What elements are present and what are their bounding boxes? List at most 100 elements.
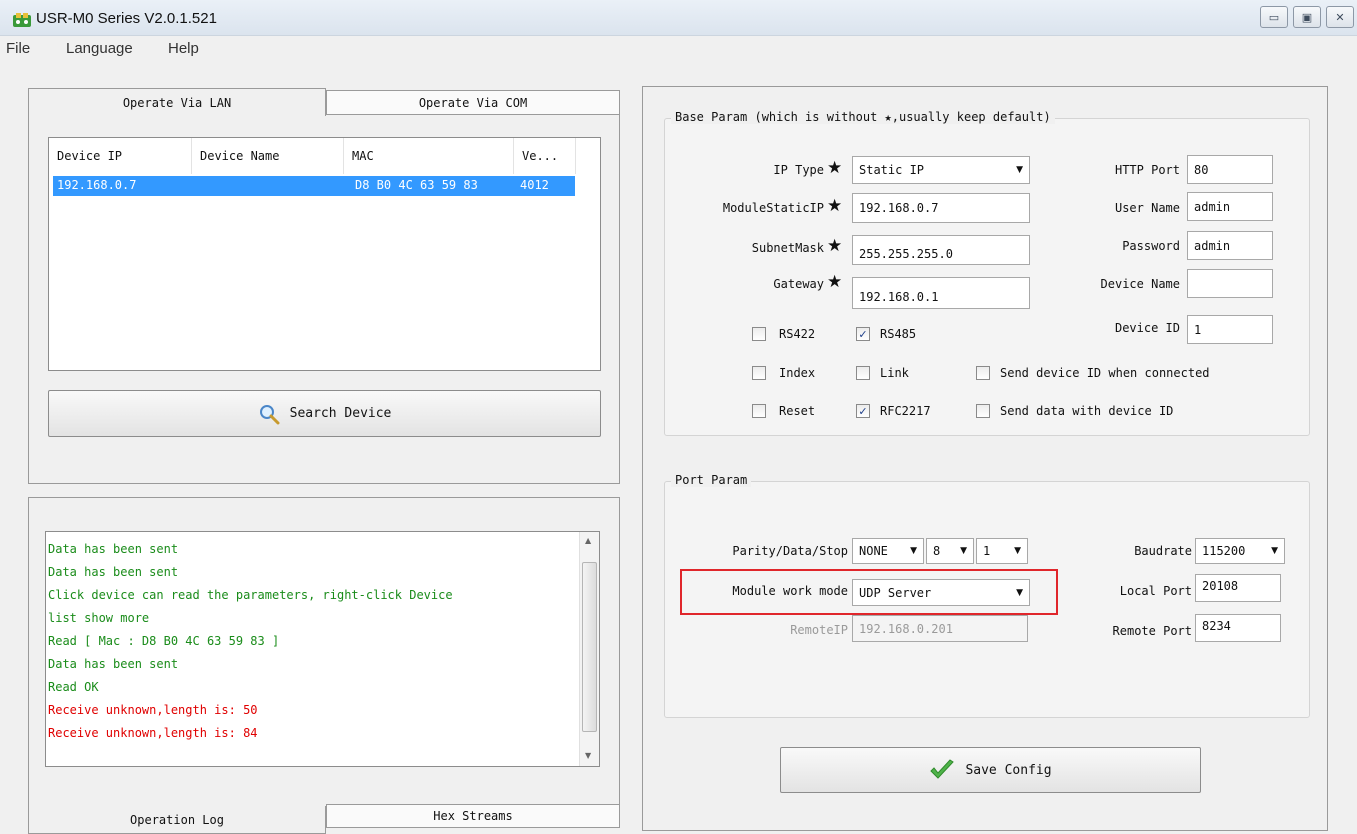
log-line: Receive unknown,length is: 50 (48, 703, 258, 717)
search-device-button[interactable]: Search Device (48, 390, 601, 437)
log-scrollbar[interactable]: ▲ ▼ (579, 532, 599, 766)
column-mac[interactable]: MAC (344, 138, 514, 174)
port-param-legend: Port Param (671, 473, 752, 487)
cell-version: 4012 (520, 178, 549, 192)
log-line: Read [ Mac : D8 B0 4C 63 59 83 ] (48, 634, 280, 648)
close-button[interactable]: ✕ (1326, 6, 1354, 28)
index-checkbox[interactable] (752, 366, 766, 380)
device-list[interactable]: Device IP Device Name MAC Ve... 192.168.… (48, 137, 601, 371)
baudrate-select[interactable]: 115200 ▼ (1195, 538, 1285, 564)
rs485-label: RS485 (880, 327, 917, 341)
scroll-thumb[interactable] (582, 562, 597, 732)
password-label: Password (1122, 239, 1180, 253)
tab-operation-log[interactable]: Operation Log (28, 806, 326, 834)
menu-language[interactable]: Language (66, 40, 133, 57)
http-port-label: HTTP Port (1114, 163, 1180, 177)
chevron-down-icon: ▼ (1016, 165, 1023, 175)
window-title: USR-M0 Series V2.0.1.521 (36, 10, 217, 27)
operation-log[interactable]: Data has been sent Data has been sent Cl… (45, 531, 600, 767)
rs485-checkbox[interactable]: ✓ (856, 327, 870, 341)
parity-data-stop-label: Parity/Data/Stop (732, 544, 848, 558)
star-icon: ★ (827, 196, 843, 216)
maximize-icon: ▣ (1301, 10, 1313, 24)
minimize-button[interactable]: ▭ (1260, 6, 1288, 28)
data-bits-select[interactable]: 8 ▼ (926, 538, 974, 564)
base-param-legend: Base Param (which is without ★,usually k… (671, 110, 1055, 124)
rs422-checkbox[interactable] (752, 327, 766, 341)
parity-select[interactable]: NONE ▼ (852, 538, 924, 564)
http-port-field[interactable]: 80 (1187, 155, 1273, 184)
scroll-down-icon[interactable]: ▼ (585, 751, 591, 760)
device-name-field[interactable] (1187, 269, 1273, 298)
log-line: list show more (48, 611, 150, 625)
local-port-label: Local Port (1119, 584, 1192, 598)
star-icon: ★ (827, 236, 843, 256)
user-name-label: User Name (1114, 201, 1180, 215)
log-line: Data has been sent (48, 565, 179, 579)
remote-port-field[interactable]: 8234 (1195, 614, 1281, 642)
log-line: Receive unknown,length is: 84 (48, 726, 258, 740)
tab-operate-via-com[interactable]: Operate Via COM (326, 90, 620, 115)
link-label: Link (880, 366, 909, 380)
chevron-down-icon: ▼ (960, 546, 967, 556)
log-line: Read OK (48, 680, 99, 694)
menu-bar (0, 36, 1357, 62)
save-config-label: Save Config (965, 762, 1052, 778)
subnet-field[interactable]: 255.255.255.0 (852, 235, 1030, 265)
device-name-label: Device Name (1100, 277, 1180, 291)
rfc2217-checkbox[interactable]: ✓ (856, 404, 870, 418)
column-version[interactable]: Ve... (514, 138, 576, 174)
chevron-down-icon: ▼ (1016, 587, 1023, 598)
search-icon (259, 404, 280, 424)
local-port-field[interactable]: 20108 (1195, 574, 1281, 602)
device-id-field[interactable]: 1 (1187, 315, 1273, 344)
ip-type-select[interactable]: Static IP ▼ (852, 156, 1030, 184)
log-line: Data has been sent (48, 542, 179, 556)
save-config-button[interactable]: Save Config (780, 747, 1201, 793)
column-device-ip[interactable]: Device IP (49, 138, 192, 174)
rs422-label: RS422 (779, 327, 816, 341)
reset-checkbox[interactable] (752, 404, 766, 418)
baudrate-label: Baudrate (1134, 544, 1192, 558)
send-data-id-checkbox[interactable] (976, 404, 990, 418)
module-ip-field[interactable]: 192.168.0.7 (852, 193, 1030, 223)
rfc2217-label: RFC2217 (880, 404, 931, 418)
tab-operate-via-lan[interactable]: Operate Via LAN (28, 88, 326, 116)
work-mode-label: Module work mode (732, 584, 848, 598)
menu-file[interactable]: File (6, 40, 30, 57)
link-checkbox[interactable] (856, 366, 870, 380)
maximize-button[interactable]: ▣ (1293, 6, 1321, 28)
minimize-icon: ▭ (1268, 10, 1280, 24)
chevron-down-icon: ▼ (1014, 546, 1021, 556)
reset-label: Reset (779, 404, 816, 418)
index-label: Index (779, 366, 816, 380)
ip-type-label: IP Type (773, 163, 824, 177)
user-name-field[interactable]: admin (1187, 192, 1273, 221)
cell-mac: D8 B0 4C 63 59 83 (355, 178, 478, 192)
password-field[interactable]: admin (1187, 231, 1273, 260)
app-icon (13, 13, 31, 27)
remote-ip-field[interactable]: 192.168.0.201 (852, 615, 1028, 642)
send-data-id-label: Send data with device ID (1000, 404, 1174, 418)
scroll-up-icon[interactable]: ▲ (585, 536, 591, 545)
search-device-label: Search Device (289, 406, 392, 421)
send-device-id-label: Send device ID when connected (1000, 366, 1210, 380)
column-device-name[interactable]: Device Name (192, 138, 344, 174)
gateway-label: Gateway (773, 277, 824, 291)
chevron-down-icon: ▼ (910, 546, 917, 556)
subnet-label: SubnetMask (751, 241, 824, 255)
device-id-label: Device ID (1114, 321, 1180, 335)
remote-ip-label: RemoteIP (790, 623, 848, 637)
tab-hex-streams[interactable]: Hex Streams (326, 804, 620, 828)
module-ip-label: ModuleStaticIP (722, 201, 824, 215)
gateway-field[interactable]: 192.168.0.1 (852, 277, 1030, 309)
send-device-id-checkbox[interactable] (976, 366, 990, 380)
log-line: Data has been sent (48, 657, 179, 671)
checkmark-icon (930, 759, 955, 779)
star-icon: ★ (827, 272, 843, 292)
cell-device-ip: 192.168.0.7 (57, 178, 137, 192)
star-icon: ★ (827, 158, 843, 178)
menu-help[interactable]: Help (168, 40, 199, 57)
work-mode-select[interactable]: UDP Server ▼ (852, 579, 1030, 606)
stop-bits-select[interactable]: 1 ▼ (976, 538, 1028, 564)
